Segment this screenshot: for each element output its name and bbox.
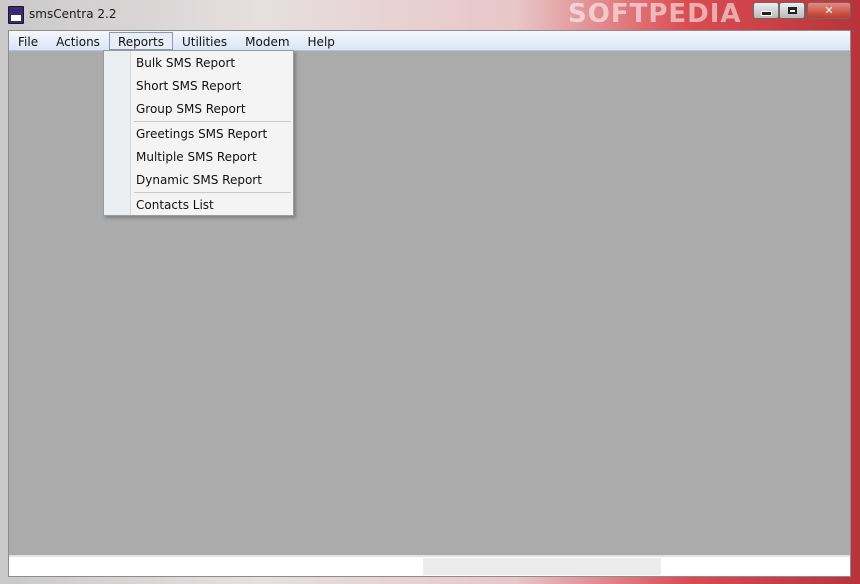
menu-reports[interactable]: Reports	[108, 31, 173, 50]
menu-separator	[134, 192, 291, 193]
menu-item-greetings-sms-report[interactable]: Greetings SMS Report	[131, 123, 291, 145]
softpedia-watermark: SOFTPEDIA	[568, 0, 742, 29]
menu-item-group-sms-report[interactable]: Group SMS Report	[131, 98, 291, 120]
menu-modem[interactable]: Modem	[236, 32, 298, 50]
reports-dropdown: Bulk SMS Report Short SMS Report Group S…	[103, 50, 294, 216]
menu-gutter	[104, 51, 131, 215]
minimize-button[interactable]	[753, 2, 779, 19]
menu-bar: File Actions Reports Utilities Modem Hel…	[9, 31, 850, 51]
menu-item-multiple-sms-report[interactable]: Multiple SMS Report	[131, 146, 291, 168]
menu-item-bulk-sms-report[interactable]: Bulk SMS Report	[131, 52, 291, 74]
title-bar[interactable]: smsCentra 2.2 SOFTPEDIA ✕	[0, 0, 860, 30]
menu-utilities[interactable]: Utilities	[173, 32, 236, 50]
maximize-icon	[787, 7, 797, 14]
maximize-button[interactable]	[779, 2, 805, 19]
status-panel	[423, 558, 661, 575]
menu-separator	[134, 121, 291, 122]
status-bar	[9, 555, 850, 576]
app-window: smsCentra 2.2 SOFTPEDIA ✕ File Actions R…	[0, 0, 860, 584]
menu-item-dynamic-sms-report[interactable]: Dynamic SMS Report	[131, 169, 291, 191]
menu-item-contacts-list[interactable]: Contacts List	[131, 194, 291, 216]
close-icon: ✕	[824, 4, 834, 17]
menu-item-short-sms-report[interactable]: Short SMS Report	[131, 75, 291, 97]
menu-help[interactable]: Help	[299, 32, 344, 50]
menu-actions[interactable]: Actions	[47, 32, 109, 50]
sms-app-icon[interactable]	[8, 6, 24, 24]
minimize-icon	[760, 10, 772, 16]
close-button[interactable]: ✕	[807, 2, 851, 19]
main-client-area: File Actions Reports Utilities Modem Hel…	[8, 30, 851, 577]
menu-file[interactable]: File	[9, 32, 47, 50]
window-title: smsCentra 2.2	[29, 7, 117, 21]
